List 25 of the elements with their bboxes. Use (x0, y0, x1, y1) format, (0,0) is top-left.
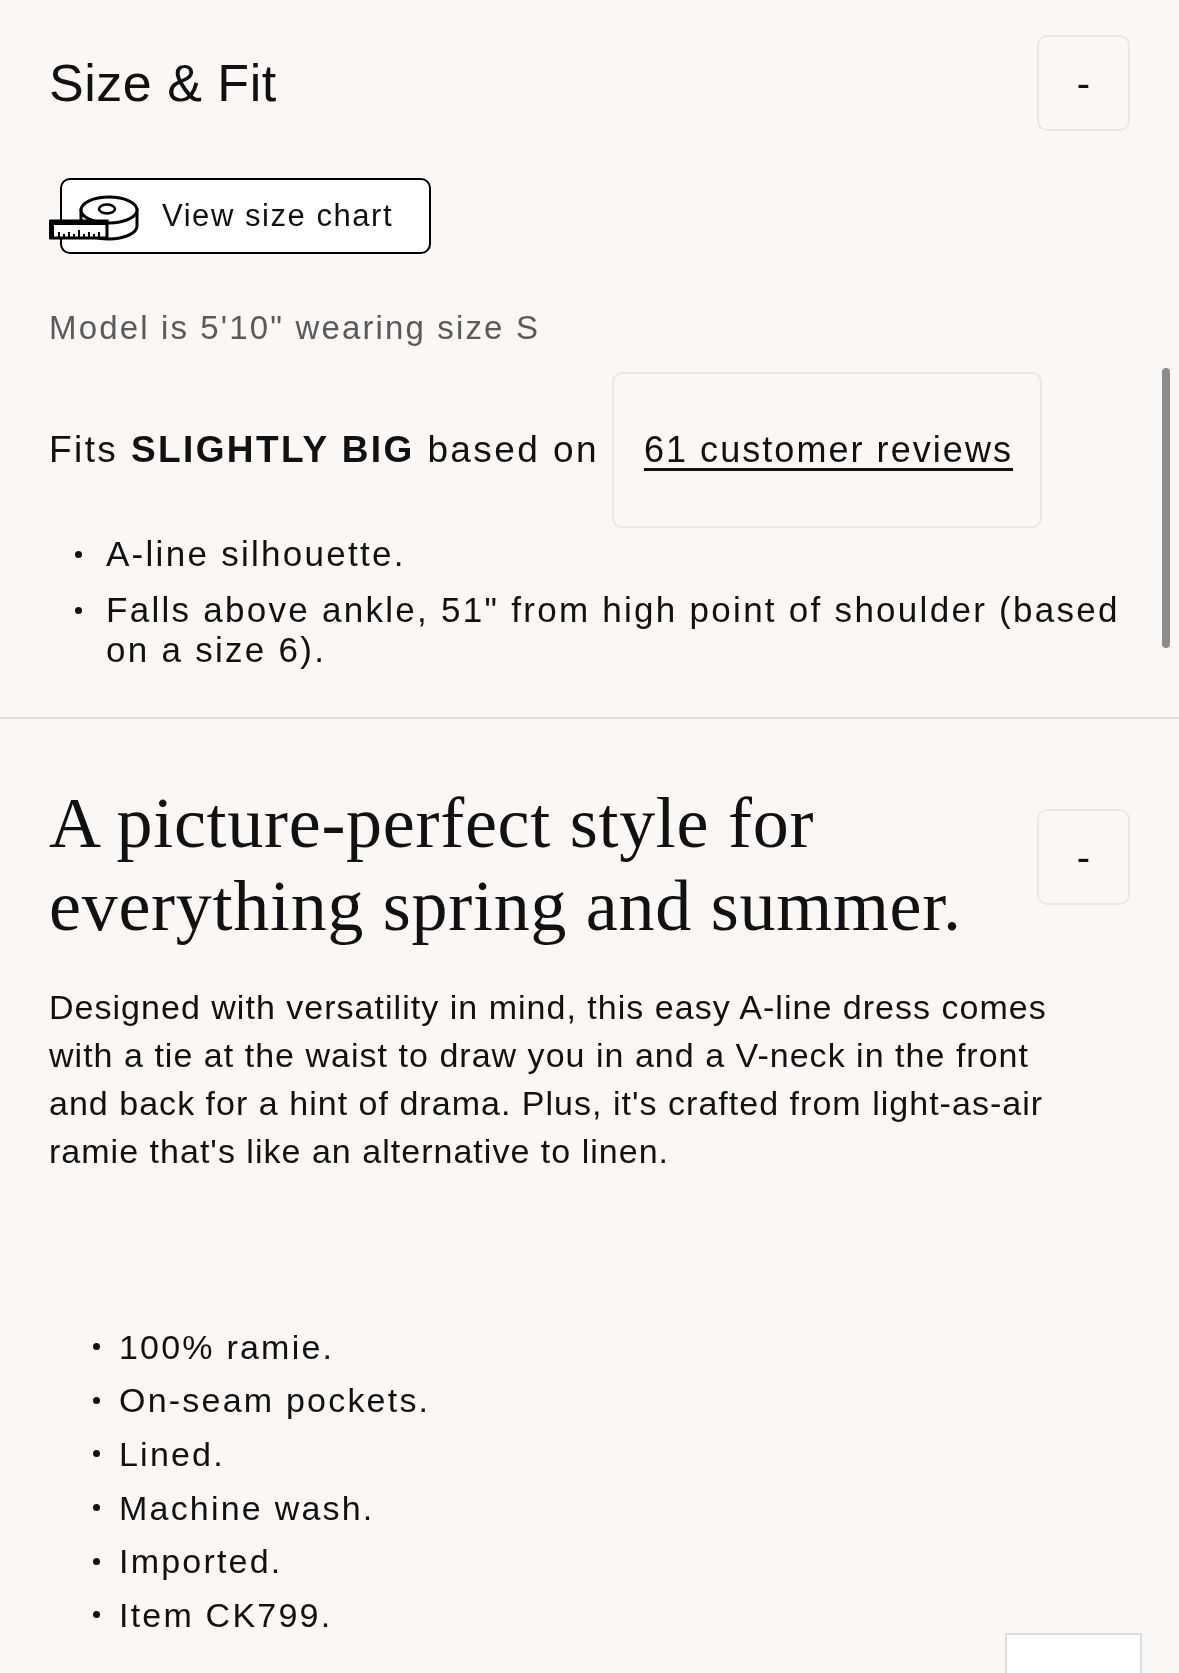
fit-detail: A-line silhouette. (106, 534, 406, 574)
collapse-button[interactable]: - (1037, 809, 1130, 905)
feature-item: Imported. (119, 1541, 283, 1582)
description-text: Designed with versatility in mind, this easy A-line dress comes with a tie at the waist to draw you in and a V-neck in the front and back for a hint of drama. Plus, it's crafted from light-as-air ramie that's like an alternative to linen. (49, 987, 1048, 1172)
section-title: Size & Fit (49, 57, 277, 109)
size-chart-button[interactable]: View size chart (60, 178, 431, 254)
model-note: Model is 5'10" wearing size S (49, 308, 542, 348)
collapse-button[interactable]: - (1037, 35, 1130, 131)
fit-detail: Falls above ankle, 51" from high point of shoulder (based on a size 6). (106, 590, 1121, 670)
feature-item: Item CK799. (119, 1594, 333, 1635)
reviews-link[interactable]: 61 customer reviews (611, 372, 1042, 528)
bullet-icon (93, 1450, 100, 1458)
feature-item: On-seam pockets. (119, 1380, 431, 1421)
bullet-icon (93, 1611, 100, 1619)
bullet-icon (75, 551, 82, 558)
fit-summary: Fits SLIGHTLY BIG based on (49, 428, 599, 472)
bullet-icon (93, 1396, 100, 1404)
bullet-icon (93, 1557, 100, 1565)
bullet-icon (93, 1504, 100, 1512)
feature-item: 100% ramie. (119, 1326, 335, 1367)
bullet-icon (93, 1343, 100, 1351)
section-title: A picture-perfect style for everything spring and summer. (49, 782, 963, 948)
bullet-icon (75, 607, 82, 614)
feature-item: Lined. (119, 1434, 225, 1474)
feature-item: Machine wash. (119, 1487, 375, 1528)
